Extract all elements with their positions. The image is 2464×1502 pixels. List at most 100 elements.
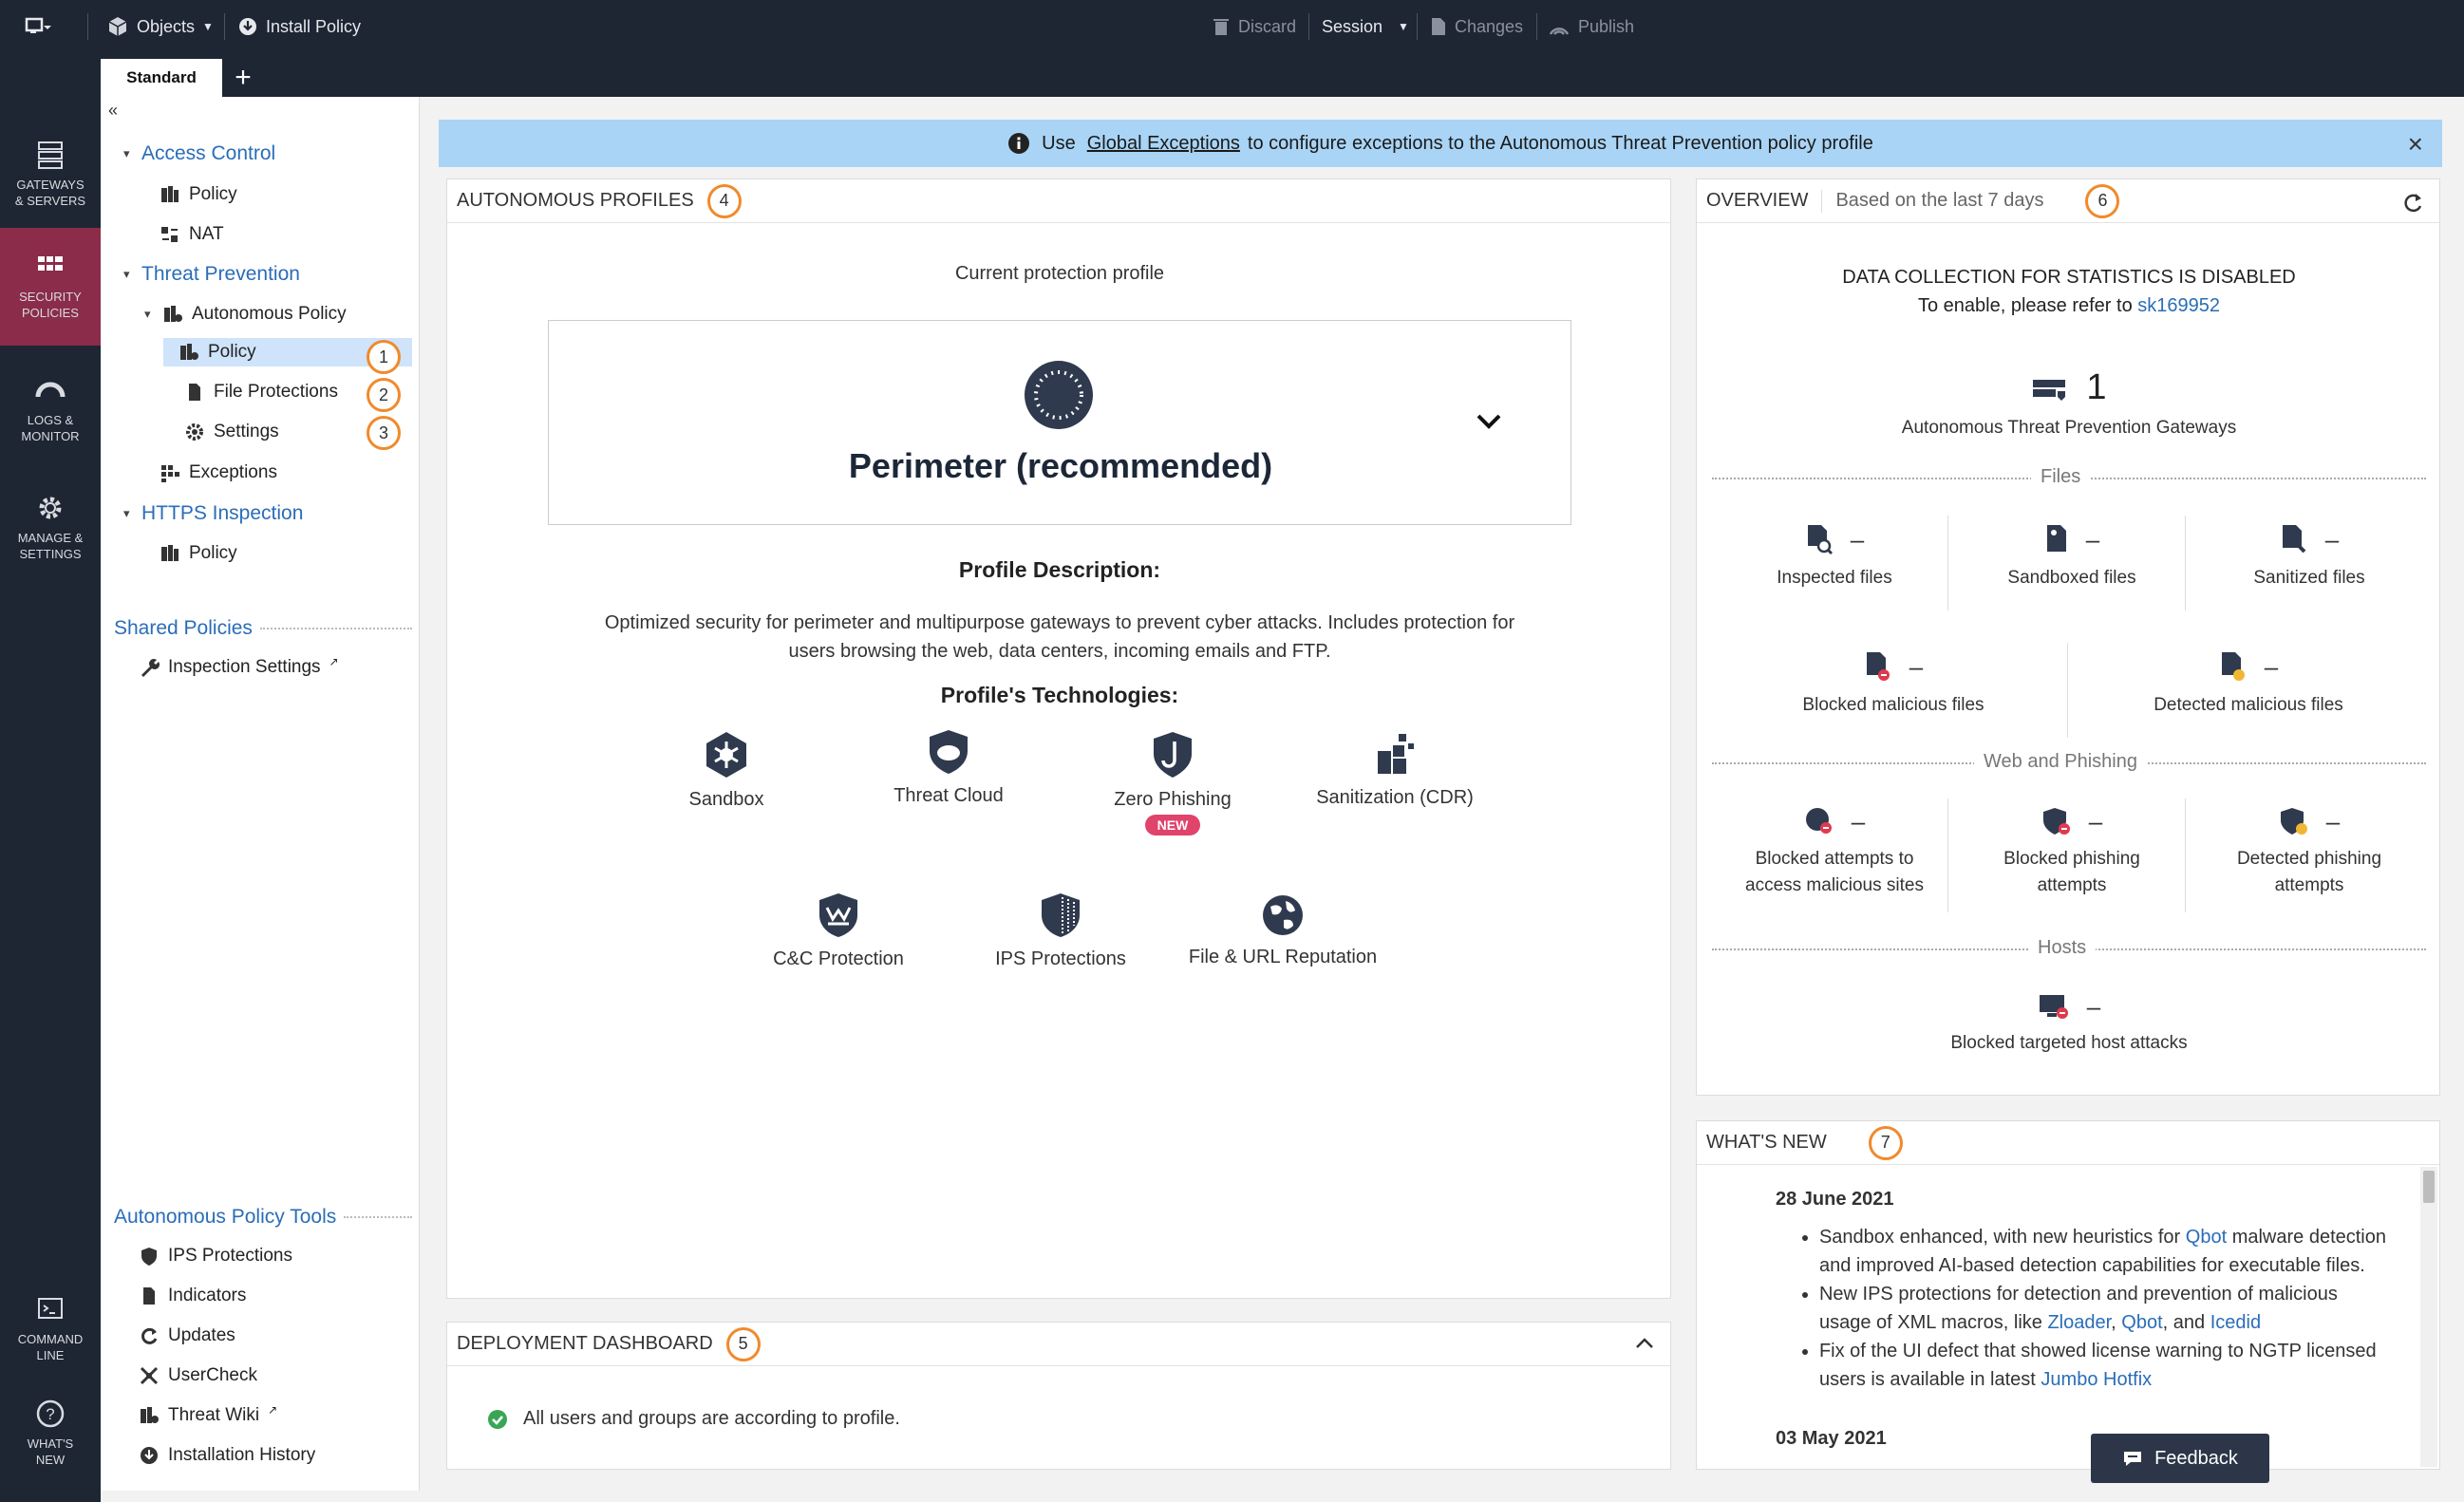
stat-inspected-files: – Inspected files [1777, 525, 1892, 588]
tree-threat-prevention[interactable]: ▾ Threat Prevention [123, 260, 300, 289]
add-tab-button[interactable]: + [224, 59, 262, 97]
zloader-link[interactable]: Zloader [2047, 1312, 2111, 1333]
qbot-link[interactable]: Qbot [2186, 1227, 2227, 1248]
tool-indicators[interactable]: Indicators [139, 1282, 246, 1310]
tree-access-control[interactable]: ▾ Access Control [123, 140, 275, 168]
tree-file-protections[interactable]: File Protections [184, 378, 338, 406]
tree-autonomous-policy[interactable]: ▾ Autonomous Policy [144, 300, 347, 329]
list-item: Sandbox enhanced, with new heuristics fo… [1819, 1223, 2386, 1280]
zero-phishing-icon [1154, 732, 1192, 778]
check-circle-icon [488, 1409, 507, 1429]
deployment-dashboard-header: DEPLOYMENT DASHBOARD 5 [447, 1323, 1670, 1366]
nav-logs-monitor[interactable]: LOGS & MONITOR [0, 365, 101, 479]
tree-ac-policy[interactable]: Policy [160, 180, 237, 209]
shared-policies-header: Shared Policies [114, 617, 412, 640]
trash-icon [1213, 19, 1229, 35]
files-section-label: Files [2031, 466, 2091, 488]
terminal-icon [38, 1298, 63, 1319]
technologies-title: Profile's Technologies: [940, 683, 1179, 707]
tree-inspection-settings[interactable]: Inspection Settings ↗ [139, 653, 339, 682]
nat-icon [161, 227, 178, 242]
nav-command-line[interactable]: COMMAND LINE [0, 1284, 101, 1388]
tree-exceptions[interactable]: Exceptions [160, 459, 277, 487]
session-menu[interactable]: Session ▼ [1322, 0, 1409, 53]
stat-sanitized-files: – Sanitized files [2253, 525, 2365, 588]
exceptions-icon [161, 465, 179, 482]
sk169952-link[interactable]: sk169952 [2137, 295, 2220, 316]
sandbox-icon [706, 732, 746, 778]
stat-blocked-phishing: – Blocked phishing attempts [2003, 807, 2140, 895]
app-menu-icon [25, 17, 51, 33]
help-circle-icon: ? [36, 1399, 65, 1428]
qbot-link-2[interactable]: Qbot [2121, 1312, 2162, 1333]
tech-sanitization: Sanitization (CDR) [1281, 732, 1509, 809]
discard-button[interactable]: Discard [1212, 0, 1296, 53]
info-icon [1008, 133, 1030, 154]
profile-name: Perimeter (recommended) [848, 446, 1273, 485]
tab-standard[interactable]: Standard [101, 59, 222, 97]
document-icon [1432, 18, 1445, 35]
marker-5: 5 [725, 1326, 761, 1361]
whats-new-date: 28 June 2021 [1775, 1189, 1894, 1210]
profile-selector[interactable]: Perimeter (recommended) [548, 320, 1571, 525]
policy-icon [161, 186, 179, 202]
file-icon [189, 384, 200, 401]
feedback-button[interactable]: Feedback [2091, 1434, 2269, 1483]
gateways-stat: 1 Autonomous Threat Prevention Gateways [1901, 367, 2237, 438]
changes-button[interactable]: Changes [1430, 0, 1523, 53]
marker-1: 1 [367, 340, 401, 374]
publish-icon [1549, 28, 1570, 35]
chevron-down-icon[interactable] [1476, 412, 1502, 431]
nav-gateways-servers[interactable]: GATEWAYS & SERVERS [0, 129, 101, 243]
marker-3: 3 [367, 416, 401, 450]
chat-bubble-icon [2124, 1452, 2142, 1466]
tool-updates[interactable]: Updates [139, 1322, 235, 1350]
install-policy-button[interactable]: Install Policy [237, 0, 361, 53]
tree-https-policy[interactable]: Policy [160, 539, 237, 568]
autonomous-profiles-panel: AUTONOMOUS PROFILES 4 Current protection… [446, 178, 1671, 1299]
servers-icon [38, 141, 63, 169]
tool-usercheck[interactable]: UserCheck [139, 1361, 257, 1390]
tree-https-inspection[interactable]: ▾ HTTPS Inspection [123, 499, 303, 528]
nav-whats-new[interactable]: ? WHAT'S NEW [0, 1388, 101, 1493]
icedid-link[interactable]: Icedid [2210, 1312, 2261, 1333]
tool-ips-protections[interactable]: IPS Protections [139, 1242, 292, 1270]
list-item: New IPS protections for detection and pr… [1819, 1280, 2386, 1337]
publish-button[interactable]: Publish [1548, 0, 1634, 53]
tool-threat-wiki[interactable]: Threat Wiki ↗ [139, 1401, 277, 1430]
tool-installation-history[interactable]: Installation History [139, 1441, 315, 1470]
description-title: Profile Description: [958, 557, 1161, 582]
wrench-icon [141, 659, 160, 677]
refresh-icon[interactable] [2401, 191, 2424, 214]
hosts-section-label: Hosts [2028, 937, 2097, 959]
stat-detected-malicious-files: – Detected malicious files [2154, 652, 2343, 715]
install-history-icon [141, 1447, 158, 1464]
nav-security-policies[interactable]: SECURITY POLICIES [0, 228, 101, 346]
collapse-panel-button[interactable]: « [108, 101, 118, 121]
sanitized-file-icon [2282, 525, 2306, 554]
global-exceptions-link[interactable]: Global Exceptions [1087, 133, 1240, 155]
profile-description: Optimized security for perimeter and mul… [604, 612, 1515, 662]
left-navigation: GATEWAYS & SERVERS SECURITY POLICIES LOGS … [0, 53, 101, 1502]
autonomous-policy-icon [164, 306, 182, 322]
jumbo-hotfix-link[interactable]: Jumbo Hotfix [2041, 1369, 2152, 1390]
close-banner-button[interactable]: × [2408, 129, 2423, 160]
whats-new-scrollbar[interactable] [2420, 1167, 2437, 1467]
app-menu-button[interactable] [25, 0, 51, 53]
policy-tree-panel: « ▾ Access Control Policy NAT ▾ Threat Pre… [101, 97, 420, 1491]
stat-sandboxed-files: – Sandboxed files [2007, 525, 2136, 588]
file-icon [143, 1287, 155, 1305]
blocked-globe-icon [1805, 808, 1832, 834]
detected-phishing-icon [2280, 808, 2307, 835]
chevron-up-icon[interactable] [1634, 1336, 1655, 1351]
nav-manage-settings[interactable]: MANAGE & SETTINGS [0, 482, 101, 596]
objects-menu[interactable]: Objects ▼ [106, 0, 214, 53]
stat-blocked-host-attacks: – Blocked targeted host attacks [1950, 992, 2188, 1053]
tech-ips-protections: IPS Protections [966, 892, 1156, 970]
blocked-host-icon [2039, 995, 2068, 1019]
tech-threat-cloud: Threat Cloud [854, 728, 1044, 807]
tree-ac-nat[interactable]: NAT [160, 220, 224, 249]
cube-icon [108, 17, 127, 36]
marker-2: 2 [367, 378, 401, 412]
tree-settings[interactable]: Settings [184, 418, 279, 446]
